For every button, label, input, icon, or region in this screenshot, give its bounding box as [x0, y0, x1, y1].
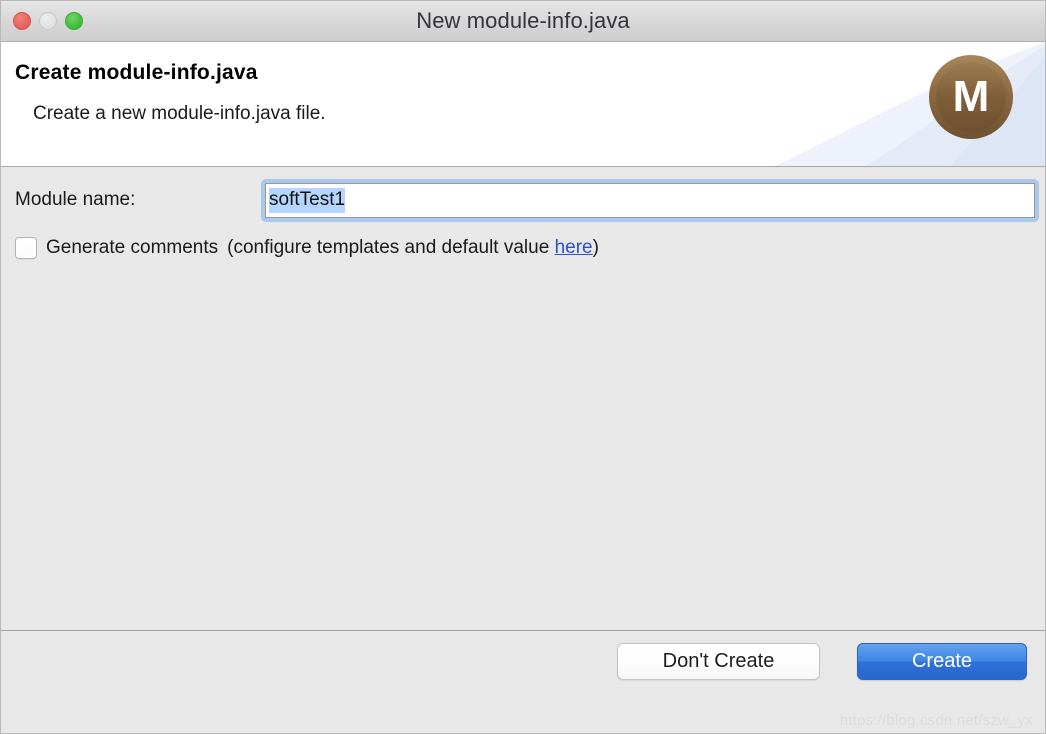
dialog-footer: Don't Create Create https://blog.csdn.ne… [1, 630, 1045, 733]
generate-comments-label: Generate comments [46, 237, 219, 258]
page-subtitle: Create a new module-info.java file. [33, 103, 326, 124]
configure-templates-link[interactable]: here [555, 237, 593, 258]
generate-comments-row: Generate comments (configure templates a… [15, 237, 599, 259]
module-name-value: softTest1 [269, 187, 346, 213]
generate-comments-checkbox[interactable] [15, 237, 37, 259]
page-title: Create module-info.java [15, 61, 258, 84]
title-bar: New module-info.java [1, 1, 1045, 42]
module-name-input[interactable]: softTest1 [265, 182, 1035, 218]
minimize-window-button[interactable] [39, 12, 57, 30]
dialog-body: Module name: softTest1 Generate comments… [1, 167, 1045, 630]
generate-comments-hint: (configure templates and default value h… [227, 237, 599, 259]
dialog-header: Create module-info.java Create a new mod… [1, 42, 1045, 167]
window-controls [1, 12, 83, 30]
footer-button-group: Don't Create Create [617, 643, 1027, 680]
module-name-row: Module name: softTest1 [1, 173, 1045, 227]
watermark-text: https://blog.csdn.net/szw_yx [839, 712, 1033, 729]
module-logo-letter: M [952, 72, 990, 121]
hint-prefix: (configure templates and default value [227, 237, 555, 258]
dialog-window: New module-info.java Create module-info.… [0, 0, 1046, 734]
module-name-label: Module name: [15, 189, 136, 210]
maximize-window-button[interactable] [65, 12, 83, 30]
module-logo-icon: M [929, 55, 1013, 139]
module-name-focus-ring: softTest1 [261, 178, 1039, 222]
close-window-button[interactable] [13, 12, 31, 30]
create-button[interactable]: Create [857, 643, 1027, 680]
window-title: New module-info.java [416, 8, 630, 33]
hint-suffix: ) [592, 237, 599, 258]
dont-create-button[interactable]: Don't Create [617, 643, 820, 680]
